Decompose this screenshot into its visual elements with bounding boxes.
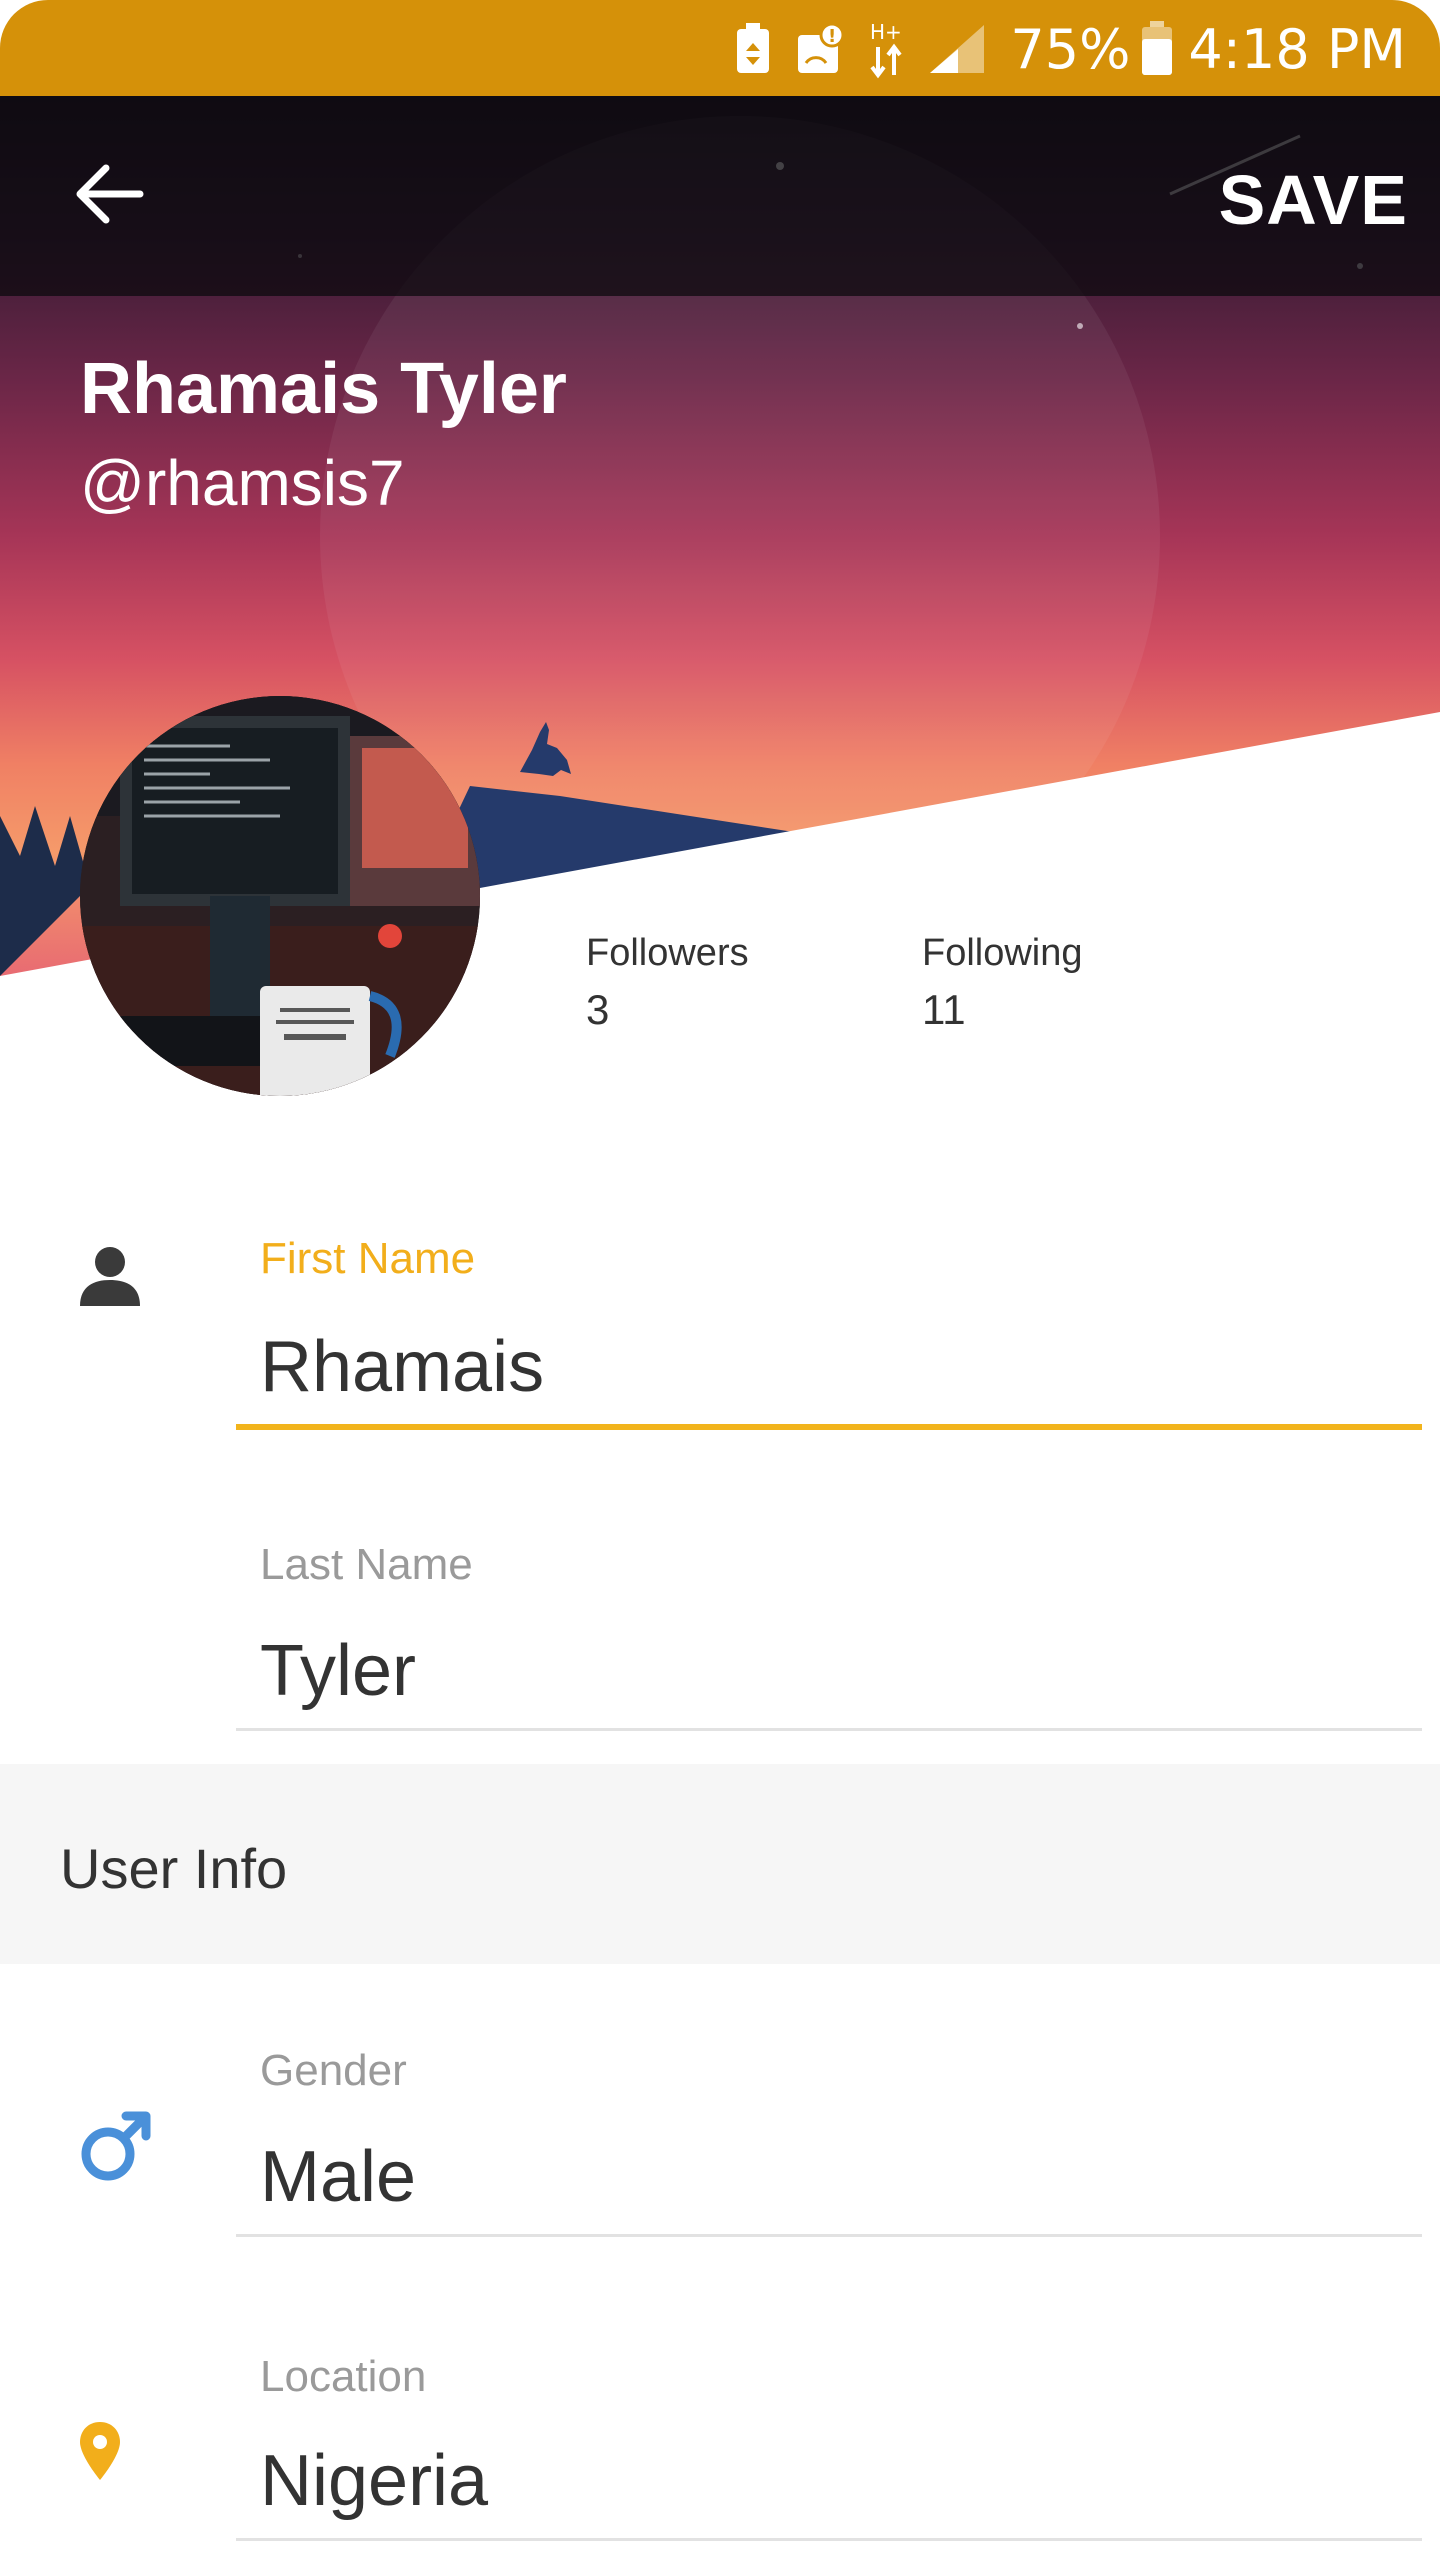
arrow-left-icon[interactable] bbox=[70, 154, 150, 234]
gender-underline bbox=[236, 2234, 1422, 2237]
followers-count[interactable]: 3 bbox=[586, 986, 609, 1034]
profile-handle: @rhamsis7 bbox=[80, 447, 405, 519]
followers-label[interactable]: Followers bbox=[586, 932, 749, 975]
first-name-input[interactable]: Rhamais bbox=[260, 1326, 544, 1408]
last-name-input[interactable]: Tyler bbox=[260, 1630, 416, 1712]
clock: 4:18 PM bbox=[1188, 17, 1406, 81]
user-info-section-header: User Info bbox=[0, 1764, 1440, 1964]
location-underline bbox=[236, 2538, 1422, 2541]
first-name-label: First Name bbox=[260, 1234, 476, 1283]
battery-saver-icon bbox=[737, 23, 770, 73]
location-input[interactable]: Nigeria bbox=[260, 2440, 488, 2522]
data-arrows-icon: H+ bbox=[870, 20, 902, 79]
last-name-underline bbox=[236, 1728, 1422, 1731]
app-bar: SAVE bbox=[0, 96, 1440, 296]
last-name-label: Last Name bbox=[260, 1540, 473, 1589]
signal-icon bbox=[930, 25, 985, 73]
person-icon bbox=[80, 1247, 140, 1306]
first-name-underline bbox=[236, 1424, 1422, 1430]
wifi-alert-icon: ! bbox=[798, 23, 845, 73]
battery-percent: 75% bbox=[1010, 17, 1131, 81]
male-icon bbox=[81, 2111, 151, 2181]
following-count[interactable]: 11 bbox=[922, 986, 966, 1034]
battery-icon bbox=[1142, 21, 1173, 75]
status-bar: ! H+ 75% 4:18 PM bbox=[0, 0, 1440, 96]
svg-text:H+: H+ bbox=[870, 20, 902, 44]
gender-input[interactable]: Male bbox=[260, 2136, 416, 2218]
svg-text:!: ! bbox=[828, 26, 836, 47]
following-label[interactable]: Following bbox=[922, 932, 1083, 975]
section-title: User Info bbox=[60, 1837, 288, 1900]
avatar[interactable] bbox=[80, 696, 480, 1096]
location-label: Location bbox=[260, 2352, 427, 2401]
gender-label: Gender bbox=[260, 2046, 407, 2095]
status-icons: ! H+ 75% 4:18 PM bbox=[734, 14, 1406, 84]
save-button[interactable]: SAVE bbox=[1219, 160, 1408, 240]
profile-name: Rhamais Tyler bbox=[80, 349, 567, 429]
avatar-photo bbox=[80, 696, 480, 1096]
location-pin-icon bbox=[80, 2422, 120, 2480]
